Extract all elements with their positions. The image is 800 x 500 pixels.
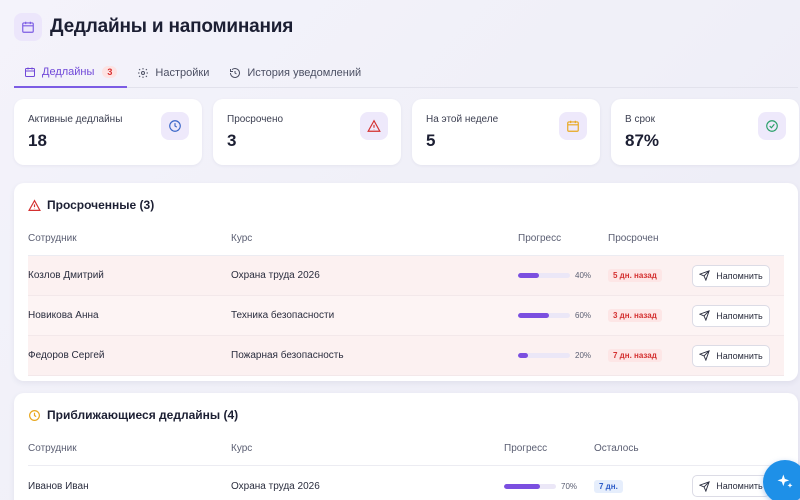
table-row: Козлов Дмитрий Охрана труда 2026 40% 5 д…: [28, 256, 784, 296]
table-row: Федоров Сергей Пожарная безопасность 20%…: [28, 336, 784, 376]
remind-button-label: Напомнить: [716, 481, 763, 491]
history-icon: [229, 67, 241, 79]
tab-settings[interactable]: Настройки: [127, 58, 219, 87]
tab-label: Настройки: [155, 66, 210, 79]
clock-icon: [28, 409, 41, 422]
progress-bar: [518, 353, 570, 358]
progress-percent: 60%: [575, 311, 592, 320]
warning-icon: [360, 112, 388, 140]
progress-bar: [518, 273, 570, 278]
progress-cell: 20%: [518, 351, 608, 360]
course-name: Пожарная безопасность: [231, 350, 344, 361]
send-icon: [699, 350, 711, 361]
column-header-employee: Сотрудник: [28, 443, 77, 454]
table-header: Сотрудник Курс Прогресс Просрочен: [28, 228, 784, 256]
table-row: Иванов Иван Охрана труда 2026 70% 7 дн. …: [28, 466, 784, 500]
column-header-progress: Прогресс: [518, 233, 562, 244]
check-circle-icon: [758, 112, 786, 140]
gear-icon: [137, 67, 149, 79]
tab-notification-history[interactable]: История уведомлений: [219, 58, 371, 87]
section-header: Просроченные (3): [28, 183, 784, 227]
assistant-fab-button[interactable]: [763, 460, 800, 500]
stat-on-time: В срок 87%: [611, 99, 799, 165]
overdue-badge: 3 дн. назад: [608, 309, 662, 322]
remaining-badge: 7 дн.: [594, 479, 623, 493]
send-icon: [699, 480, 711, 492]
table-row: Новикова Анна Техника безопасности 60% 3…: [28, 296, 784, 336]
employee-name: Козлов Дмитрий: [28, 270, 104, 281]
tab-label: История уведомлений: [247, 66, 362, 79]
tab-count-badge: 3: [102, 66, 118, 78]
overdue-section: Просроченные (3) Сотрудник Курс Прогресс…: [14, 183, 798, 381]
progress-cell: 70%: [504, 482, 594, 491]
column-header-course: Курс: [231, 233, 253, 244]
remind-button[interactable]: Напомнить: [692, 304, 770, 327]
stat-this-week: На этой неделе 5: [412, 99, 600, 165]
stat-overdue: Просрочено 3: [213, 99, 401, 165]
progress-percent: 40%: [575, 271, 592, 280]
employee-name: Федоров Сергей: [28, 350, 105, 361]
section-title: Просроченные (3): [47, 198, 155, 212]
employee-name: Новикова Анна: [28, 310, 99, 321]
calendar-icon: [24, 66, 36, 78]
stats-row: Активные дедлайны 18 Просрочено 3 На это…: [14, 99, 799, 165]
progress-cell: 60%: [518, 311, 608, 320]
course-name: Охрана труда 2026: [231, 480, 320, 492]
course-name: Техника безопасности: [231, 310, 335, 321]
send-icon: [699, 270, 711, 281]
column-header-remaining: Осталось: [594, 443, 639, 454]
remind-button[interactable]: Напомнить: [692, 344, 770, 367]
table-header: Сотрудник Курс Прогресс Осталось: [28, 438, 784, 466]
upcoming-section: Приближающиеся дедлайны (4) Сотрудник Ку…: [14, 393, 798, 500]
send-icon: [699, 310, 711, 321]
remind-button[interactable]: Напомнить: [692, 264, 770, 287]
overdue-badge: 7 дн. назад: [608, 349, 662, 362]
employee-name: Иванов Иван: [28, 480, 89, 492]
column-header-overdue: Просрочен: [608, 233, 659, 244]
sparkle-icon: [775, 472, 795, 492]
progress-percent: 20%: [575, 351, 592, 360]
remind-button-label: Напомнить: [716, 350, 763, 361]
progress-bar: [518, 313, 570, 318]
calendar-icon: [559, 112, 587, 140]
progress-bar: [504, 483, 556, 489]
tab-bar: Дедлайны 3 Настройки История уведомлений: [14, 58, 798, 88]
remind-button-label: Напомнить: [716, 310, 763, 321]
column-header-employee: Сотрудник: [28, 233, 77, 244]
stat-active-deadlines: Активные дедлайны 18: [14, 99, 202, 165]
section-title: Приближающиеся дедлайны (4): [47, 408, 239, 422]
remind-button[interactable]: Напомнить: [692, 475, 770, 497]
page-title: Дедлайны и напоминания: [50, 16, 294, 37]
column-header-course: Курс: [231, 443, 253, 454]
progress-percent: 70%: [561, 481, 578, 491]
overdue-badge: 5 дн. назад: [608, 269, 662, 282]
clock-icon: [161, 112, 189, 140]
warning-icon: [28, 198, 41, 212]
page-header: Дедлайны и напоминания: [14, 13, 293, 41]
remind-button-label: Напомнить: [716, 270, 763, 281]
course-name: Охрана труда 2026: [231, 270, 320, 281]
progress-cell: 40%: [518, 271, 608, 280]
column-header-progress: Прогресс: [504, 443, 548, 454]
tab-deadlines[interactable]: Дедлайны 3: [14, 58, 128, 88]
tab-label: Дедлайны: [42, 66, 95, 78]
calendar-icon: [14, 13, 42, 41]
section-header: Приближающиеся дедлайны (4): [28, 393, 784, 437]
